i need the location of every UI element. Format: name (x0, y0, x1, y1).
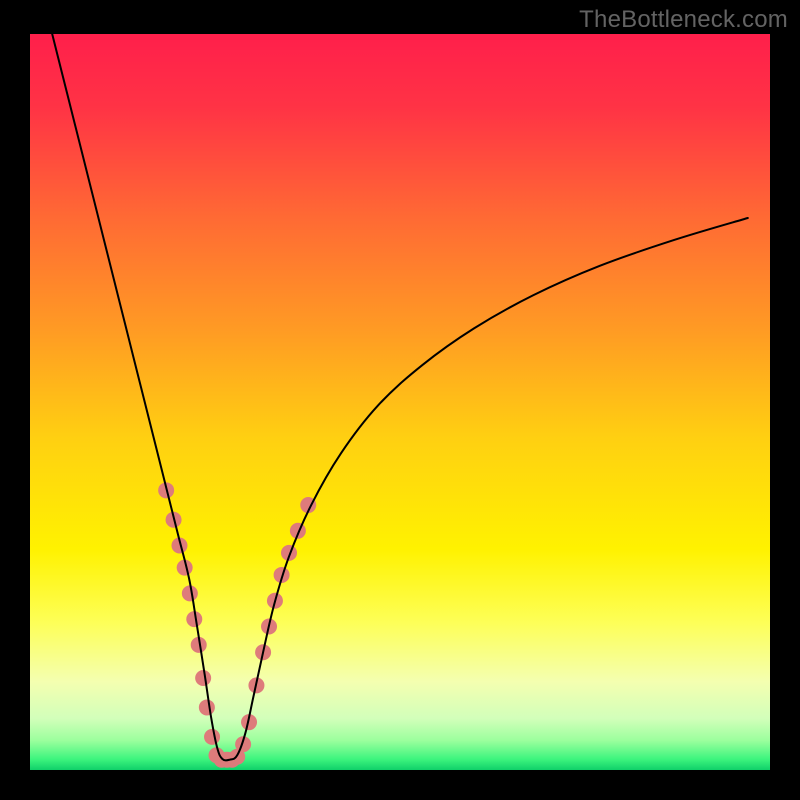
chart-canvas (0, 0, 800, 800)
highlight-dot (182, 585, 198, 601)
highlight-dot (204, 729, 220, 745)
chart-root: TheBottleneck.com (0, 0, 800, 800)
watermark-text: TheBottleneck.com (579, 6, 788, 34)
highlight-dot (199, 699, 215, 715)
highlight-dot (195, 670, 211, 686)
chart-plot-area (30, 34, 770, 770)
